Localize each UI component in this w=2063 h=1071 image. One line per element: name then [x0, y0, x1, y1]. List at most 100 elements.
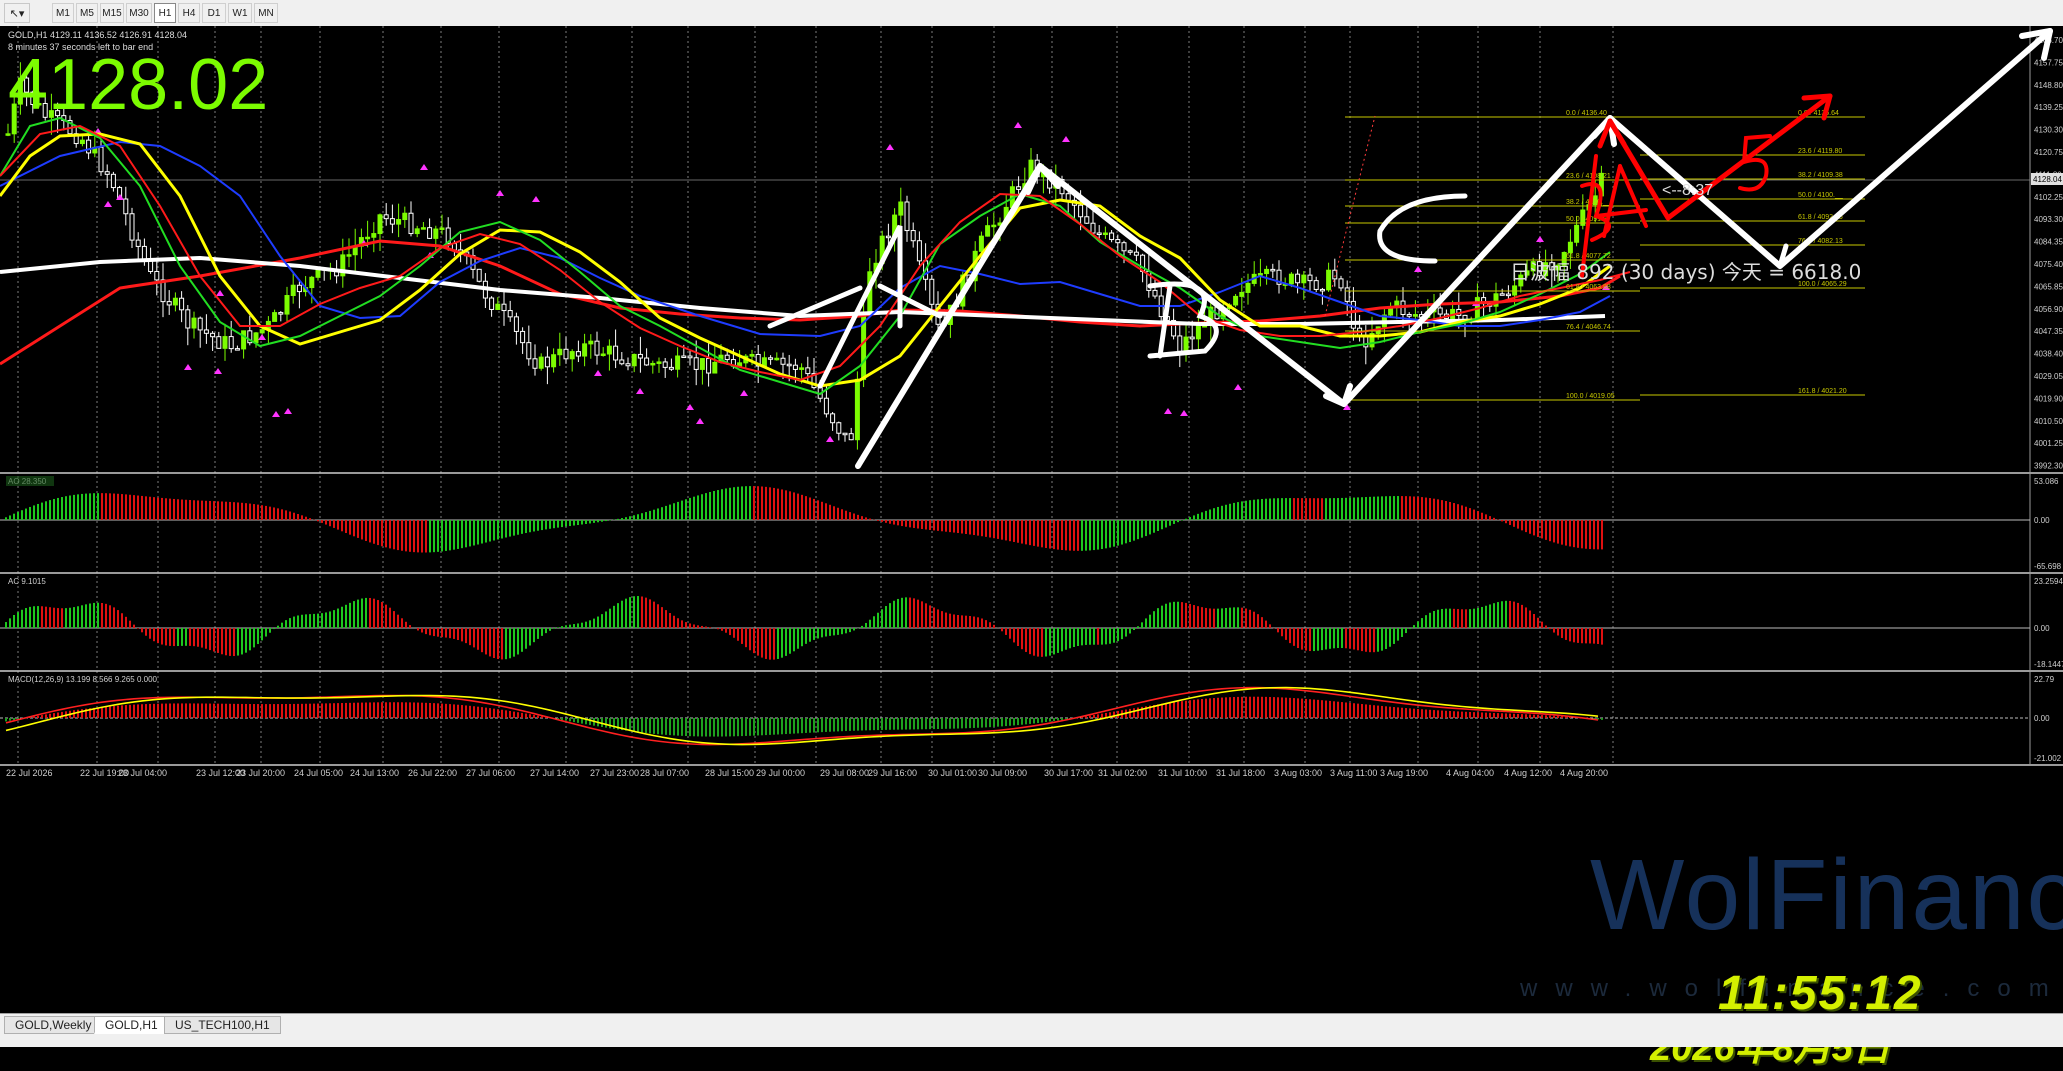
macd-axis-zero: 0.00	[2034, 714, 2050, 723]
price-tick: 4047.35	[2034, 327, 2063, 336]
timeframe-m1[interactable]: M1	[52, 3, 74, 23]
candle-body	[476, 268, 482, 282]
candle-body	[1090, 222, 1096, 234]
time-tick: 31 Jul 18:00	[1216, 768, 1265, 778]
fractal-marker	[532, 196, 540, 202]
time-tick: 29 Jul 00:00	[756, 768, 805, 778]
candle-body	[1406, 314, 1412, 317]
candle-body	[848, 433, 854, 441]
chart-tab-2[interactable]: US_TECH100,H1	[164, 1016, 281, 1034]
candle-body	[606, 345, 612, 355]
fractal-marker	[104, 201, 112, 207]
candle-body	[433, 228, 439, 239]
price-tick: 4084.35	[2034, 238, 2063, 247]
timeframe-h4[interactable]: H4	[178, 3, 200, 23]
chart-tab-0[interactable]: GOLD,Weekly	[4, 1016, 103, 1034]
candle-body	[805, 367, 811, 375]
fractal-marker	[258, 334, 266, 340]
candle-body	[216, 336, 222, 349]
time-tick: 27 Jul 06:00	[466, 768, 515, 778]
candle-body	[396, 219, 402, 225]
ac-axis-zero: 0.00	[2034, 624, 2050, 633]
candle-body	[594, 340, 600, 356]
candle-body	[1412, 314, 1418, 317]
timeframe-m5[interactable]: M5	[76, 3, 98, 23]
candle-body	[668, 366, 674, 370]
candle-body	[1127, 250, 1133, 253]
candle-body	[489, 297, 495, 310]
candle-body	[1574, 224, 1580, 243]
candle-body	[898, 201, 904, 216]
candle-body	[284, 295, 290, 315]
fractal-marker	[1014, 122, 1022, 128]
time-tick: 30 Jul 09:00	[978, 768, 1027, 778]
time-tick: 23 Jul 20:00	[236, 768, 285, 778]
candle-body	[1301, 274, 1307, 284]
fib-label-left: 61.8 / 4063.88	[1566, 284, 1611, 291]
candle-body	[414, 228, 420, 235]
candle-body	[631, 353, 637, 367]
toolbar: ↖▾ M1 M5 M15 M30 H1 H4 D1 W1 MN	[0, 0, 2063, 27]
candle-body	[910, 230, 916, 242]
candle-body	[1016, 186, 1022, 190]
fib-label-left: 76.4 / 4046.74	[1566, 324, 1611, 331]
cursor-tool-icon[interactable]: ↖▾	[4, 3, 30, 23]
candle-body	[650, 362, 656, 366]
chart-tab-1[interactable]: GOLD,H1	[94, 1016, 169, 1034]
time-tick: 4 Aug 04:00	[1446, 768, 1494, 778]
candle-body	[1245, 282, 1251, 293]
timeframe-mn[interactable]: MN	[254, 3, 278, 23]
candle-body	[104, 171, 110, 175]
timeframe-m30[interactable]: M30	[126, 3, 152, 23]
price-tick: 3992.30	[2034, 462, 2063, 471]
candle-body	[1177, 335, 1183, 352]
candle-body	[687, 355, 693, 359]
candle-body	[842, 432, 848, 436]
candle-body	[191, 317, 197, 329]
price-tick: 4102.25	[2034, 193, 2063, 202]
price-tick: 4120.75	[2034, 148, 2063, 157]
candle-body	[588, 340, 594, 345]
ao-axis-max: 53.086	[2034, 477, 2059, 486]
candle-body	[148, 260, 154, 272]
bar-countdown: <--8:37	[1662, 182, 1714, 199]
candle-body	[780, 357, 786, 365]
big-price: 4128.02	[8, 45, 269, 125]
time-tick: 24 Jul 05:00	[294, 768, 343, 778]
fractal-marker	[594, 370, 602, 376]
fib-label-right: 161.8 / 4021.20	[1798, 388, 1847, 395]
time-tick: 23 Jul 04:00	[118, 768, 167, 778]
candle-body	[1152, 289, 1158, 297]
candle-body	[557, 348, 563, 356]
candle-body	[371, 233, 377, 238]
price-tick: 4001.25	[2034, 439, 2063, 448]
fractal-marker	[1180, 410, 1188, 416]
price-tick: 4029.05	[2034, 372, 2063, 381]
timeframe-d1[interactable]: D1	[202, 3, 226, 23]
candle-body	[1102, 232, 1108, 236]
candle-body	[1326, 269, 1332, 291]
candle-body	[1195, 325, 1201, 340]
candle-body	[830, 413, 836, 424]
fib-label-right: 38.2 / 4109.38	[1798, 172, 1843, 179]
candle-body	[544, 356, 550, 368]
candle-body	[228, 336, 234, 350]
candle-body	[1288, 273, 1294, 285]
candle-body	[110, 173, 116, 189]
candle-body	[98, 146, 104, 173]
candle-body	[427, 227, 433, 239]
fractal-marker	[1536, 236, 1544, 242]
timeframe-h1[interactable]: H1	[154, 3, 176, 23]
macd-axis-max: 22.79	[2034, 675, 2055, 684]
fractal-marker	[272, 411, 280, 417]
candle-body	[978, 235, 984, 252]
time-tick: 30 Jul 01:00	[928, 768, 977, 778]
candle-body	[854, 378, 860, 441]
candle-body	[526, 342, 532, 360]
candle-body	[1344, 287, 1350, 302]
fractal-marker	[216, 290, 224, 296]
candle-body	[575, 351, 581, 357]
time-tick: 29 Jul 16:00	[868, 768, 917, 778]
timeframe-w1[interactable]: W1	[228, 3, 252, 23]
timeframe-m15[interactable]: M15	[100, 3, 124, 23]
